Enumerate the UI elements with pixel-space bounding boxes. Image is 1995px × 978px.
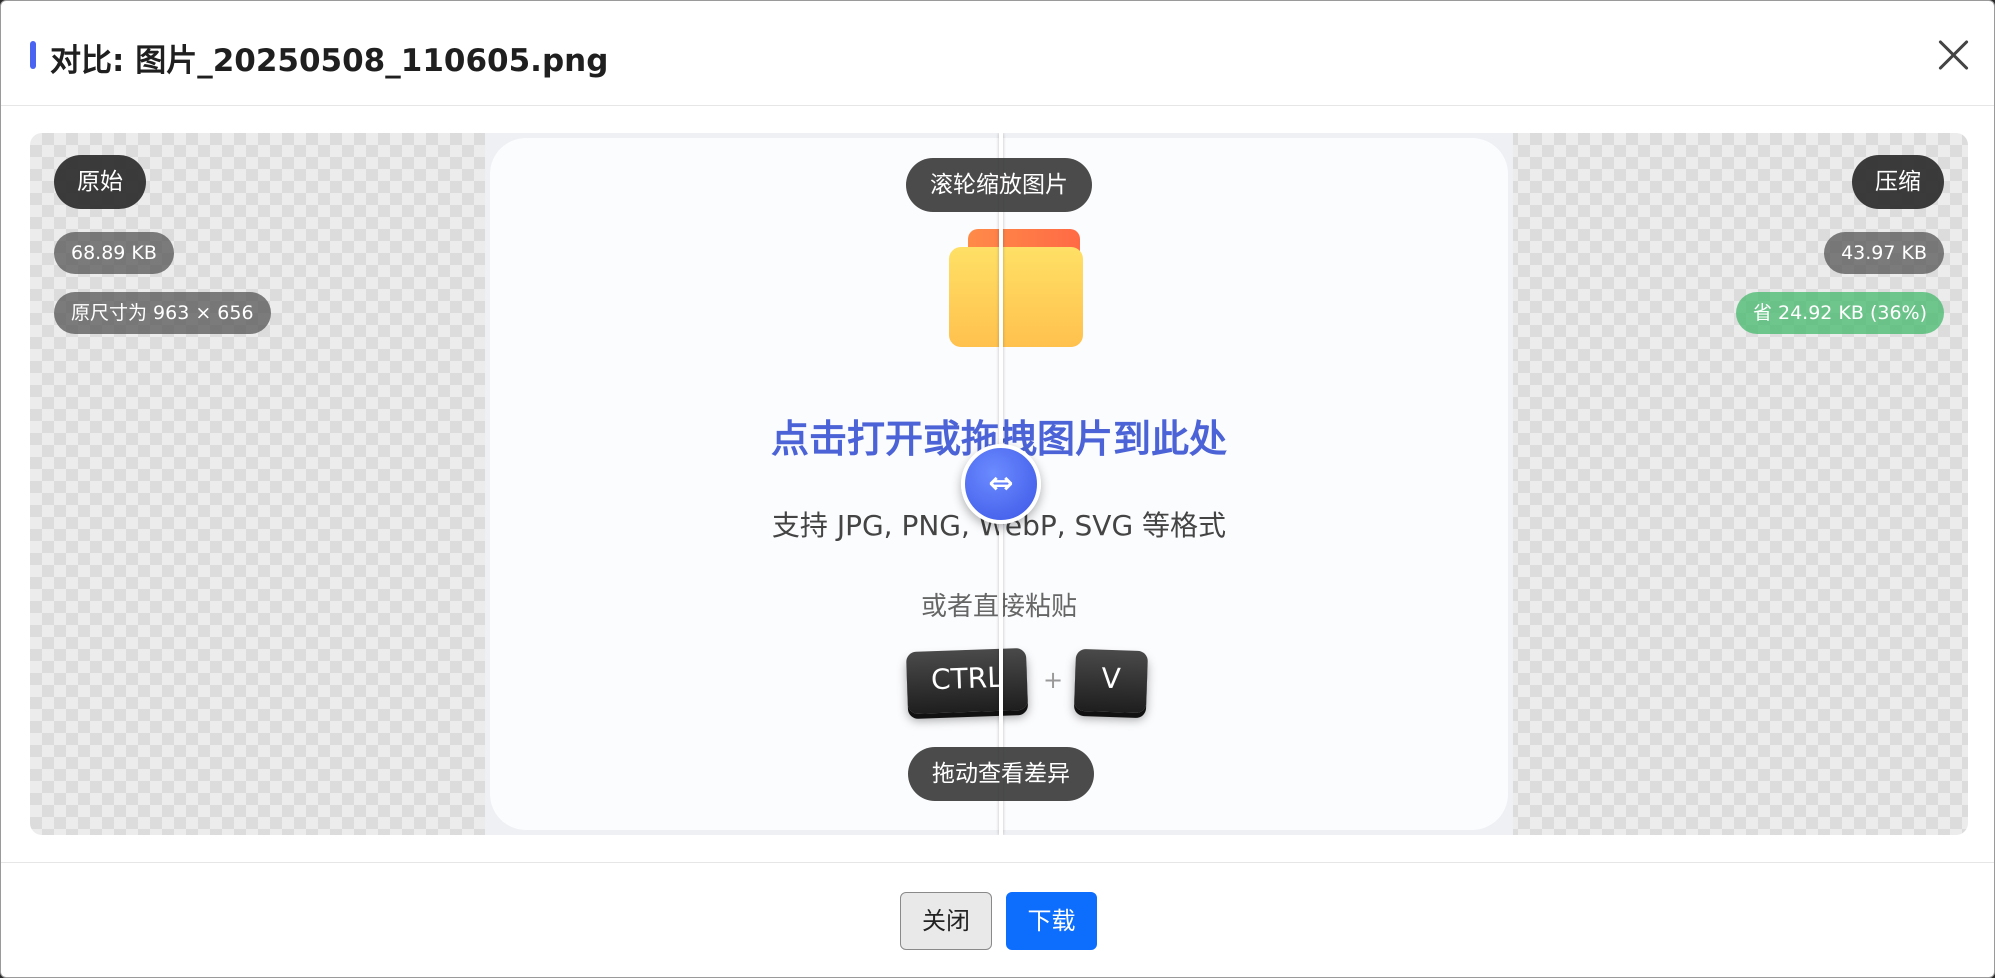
title-accent-bar bbox=[30, 41, 36, 69]
folder-icon bbox=[949, 229, 1083, 347]
download-button[interactable]: 下载 bbox=[1006, 892, 1097, 950]
drag-hint-badge: 拖动查看差异 bbox=[908, 747, 1094, 801]
v-key: V bbox=[1073, 648, 1149, 714]
original-label: 原始 bbox=[54, 155, 146, 209]
compressed-size-badge: 43.97 KB bbox=[1824, 232, 1944, 274]
compare-slider-handle[interactable]: ⇔ bbox=[961, 444, 1041, 524]
compare-viewer[interactable]: 点击打开或拖拽图片到此处 支持 JPG, PNG, WebP, SVG 等格式 … bbox=[30, 133, 1968, 835]
zoom-hint-badge: 滚轮缩放图片 bbox=[906, 158, 1092, 212]
close-button[interactable]: 关闭 bbox=[900, 892, 992, 950]
original-size-badge: 68.89 KB bbox=[54, 232, 174, 274]
saved-size-badge: 省 24.92 KB (36%) bbox=[1735, 292, 1944, 334]
close-icon[interactable] bbox=[1933, 35, 1973, 75]
compare-dialog: 对比: 图片_20250508_110605.png 点击打开或拖拽图片到此处 … bbox=[0, 0, 1995, 978]
left-right-arrows-icon: ⇔ bbox=[988, 466, 1014, 501]
plus-sign: + bbox=[1043, 666, 1064, 694]
dialog-header: 对比: 图片_20250508_110605.png bbox=[1, 1, 1994, 106]
dialog-title: 对比: 图片_20250508_110605.png bbox=[50, 43, 609, 79]
original-dimensions-badge: 原尺寸为 963 × 656 bbox=[54, 292, 271, 334]
compressed-label: 压缩 bbox=[1852, 155, 1944, 209]
dialog-footer: 关闭 下载 bbox=[1, 862, 1994, 977]
ctrl-key: CTRL bbox=[905, 647, 1029, 715]
